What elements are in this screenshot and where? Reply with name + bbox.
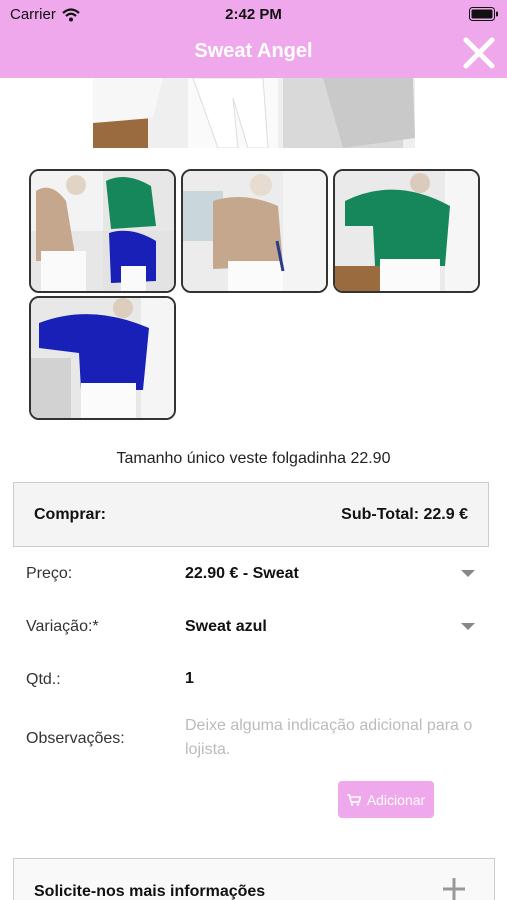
clock: 2:42 PM	[225, 6, 282, 23]
more-info-label: Solicite-nos mais informações	[34, 883, 266, 900]
price-label: Preço:	[26, 565, 73, 582]
qty-field[interactable]: 1	[185, 670, 194, 688]
nav-bar: Sweat Angel	[0, 28, 507, 78]
buy-summary: Comprar: Sub-Total: 22.9 €	[13, 482, 489, 547]
battery-icon	[469, 7, 498, 21]
qty-label: Qtd.:	[26, 671, 61, 688]
buy-label: Comprar:	[34, 506, 107, 523]
notes-field[interactable]: Deixe alguma indicação adicional para o …	[185, 714, 497, 762]
variation-select[interactable]: Sweat azul	[185, 618, 267, 636]
plus-icon[interactable]	[442, 877, 466, 900]
screen: Carrier 2:42 PM Sweat Angel Tamanho únic…	[0, 0, 507, 900]
more-info-section[interactable]: Solicite-nos mais informações	[13, 858, 495, 900]
variation-label: Variação:*	[26, 618, 99, 635]
chevron-down-icon[interactable]	[461, 623, 475, 630]
thumbnail-1[interactable]	[29, 169, 176, 293]
status-bar: Carrier 2:42 PM	[0, 0, 507, 28]
subtotal: Sub-Total: 22.9 €	[341, 506, 468, 523]
add-button-label: Adicionar	[366, 791, 426, 808]
chevron-down-icon[interactable]	[461, 570, 475, 577]
product-description: Tamanho único veste folgadinha 22.90	[116, 450, 391, 467]
price-select[interactable]: 22.90 € - Sweat	[185, 565, 299, 583]
thumbnail-3[interactable]	[333, 169, 480, 293]
close-icon[interactable]	[461, 35, 497, 71]
add-to-cart-button[interactable]: Adicionar	[338, 781, 434, 818]
cart-icon	[346, 793, 361, 806]
thumbnail-2[interactable]	[181, 169, 328, 293]
page-title: Sweat Angel	[194, 40, 313, 62]
product-main-image	[93, 78, 415, 148]
notes-label: Observações:	[26, 730, 125, 747]
thumbnail-4[interactable]	[29, 296, 176, 420]
